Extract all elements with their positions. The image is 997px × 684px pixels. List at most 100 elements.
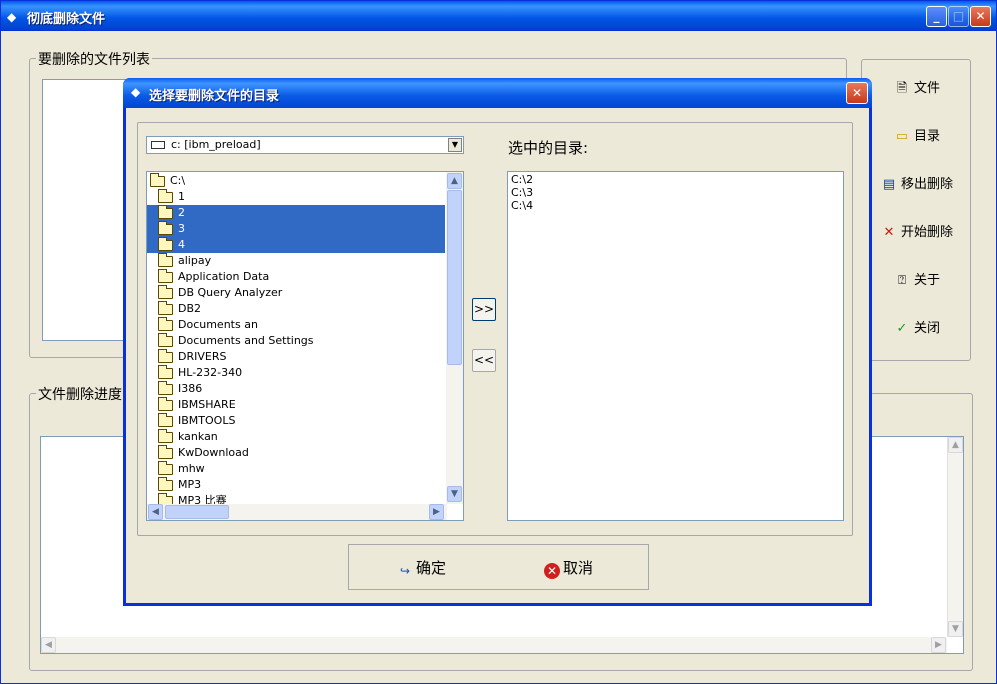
scroll-left-icon[interactable]: ◀ xyxy=(41,637,56,653)
folder-icon xyxy=(158,365,173,379)
tree-item[interactable]: MP3 xyxy=(147,477,445,493)
folder-icon xyxy=(158,429,173,443)
tree-hscroll[interactable]: ◀ ▶ xyxy=(147,504,447,520)
folder-icon xyxy=(158,205,173,219)
dialog-close-button[interactable]: ✕ xyxy=(846,82,868,104)
scroll-right-icon[interactable]: ▶ xyxy=(429,504,444,520)
tree-item-label: MP3 xyxy=(178,478,202,491)
tree-item[interactable]: 4 xyxy=(147,237,445,253)
progress-legend: 文件删除进度 xyxy=(36,384,124,404)
tree-item-label: I386 xyxy=(178,382,203,395)
tree-item[interactable]: DB Query Analyzer xyxy=(147,285,445,301)
tree-item[interactable]: alipay xyxy=(147,253,445,269)
file-icon: 🗎 xyxy=(896,81,908,96)
scroll-right-icon[interactable]: ▶ xyxy=(931,637,946,653)
close-app-label: 关闭 xyxy=(913,321,940,336)
directory-button[interactable]: ▭ 目录 xyxy=(862,124,972,150)
tree-item-label: Documents and Settings xyxy=(178,334,314,347)
tree-item-label: 3 xyxy=(178,222,185,235)
tree-item[interactable]: DB2 xyxy=(147,301,445,317)
tree-item[interactable]: 3 xyxy=(147,221,445,237)
tree-item[interactable]: Application Data xyxy=(147,269,445,285)
about-icon: ⍰ xyxy=(898,273,906,288)
tree-hscroll-thumb[interactable] xyxy=(165,505,229,519)
progress-vscroll[interactable]: ▲ ▼ xyxy=(947,437,963,637)
scroll-down-icon[interactable]: ▼ xyxy=(447,486,462,502)
folder-icon xyxy=(158,445,173,459)
drive-select[interactable]: c: [ibm_preload] ▼ xyxy=(146,136,464,154)
tree-item-label: DB Query Analyzer xyxy=(178,286,283,299)
tree-item[interactable]: Documents and Settings xyxy=(147,333,445,349)
chevron-down-icon[interactable]: ▼ xyxy=(448,138,462,152)
close-app-button[interactable]: ✓ 关闭 xyxy=(862,316,972,342)
tree-item[interactable]: KwDownload xyxy=(147,445,445,461)
folder-icon xyxy=(158,349,173,363)
tree-item[interactable]: Documents an xyxy=(147,317,445,333)
tree-item[interactable]: kankan xyxy=(147,429,445,445)
folder-icon xyxy=(158,189,173,203)
x-icon: ✕ xyxy=(883,225,895,240)
tree-item[interactable]: mhw xyxy=(147,461,445,477)
tree-item-label: IBMSHARE xyxy=(178,398,236,411)
add-directory-button[interactable]: >> xyxy=(472,298,496,321)
tree-vscroll-thumb[interactable] xyxy=(447,190,462,365)
scroll-up-icon[interactable]: ▲ xyxy=(447,173,462,189)
list-item[interactable]: C:\3 xyxy=(511,186,840,199)
folder-icon xyxy=(158,237,173,251)
tree-item[interactable]: 2 xyxy=(147,205,445,221)
dialog-titlebar[interactable]: ◆ 选择要删除文件的目录 ✕ xyxy=(123,78,872,108)
ok-icon: ↪ xyxy=(399,564,411,578)
about-button[interactable]: ⍰ 关于 xyxy=(862,268,972,294)
dialog-title: 选择要删除文件的目录 xyxy=(149,89,280,104)
progress-hscroll[interactable]: ◀ ▶ xyxy=(41,637,947,653)
list-item[interactable]: C:\4 xyxy=(511,199,840,212)
tree-item[interactable]: IBMSHARE xyxy=(147,397,445,413)
scroll-down-icon[interactable]: ▼ xyxy=(948,621,963,637)
dialog-body: c: [ibm_preload] ▼ C:\ 1 2 3 4 alipay Applica… xyxy=(126,108,869,603)
tree-root[interactable]: C:\ xyxy=(147,173,445,189)
directory-tree[interactable]: C:\ 1 2 3 4 alipay Application Data DB Query A… xyxy=(146,171,464,521)
selected-dirs-list[interactable]: C:\2 C:\3 C:\4 xyxy=(507,171,844,521)
list-item[interactable]: C:\2 xyxy=(511,173,840,186)
tree-item-label: DRIVERS xyxy=(178,350,227,363)
remove-icon: ▤ xyxy=(882,177,896,192)
tree-item[interactable]: DRIVERS xyxy=(147,349,445,365)
remove-button-label: 移出删除 xyxy=(900,177,953,192)
scroll-up-icon[interactable]: ▲ xyxy=(948,437,963,453)
window-title: 彻底删除文件 xyxy=(27,12,106,27)
tree-item-label: 4 xyxy=(178,238,185,251)
maximize-button[interactable]: □ xyxy=(948,6,969,27)
selected-dirs-label: 选中的目录: xyxy=(508,139,589,157)
cancel-button[interactable]: ✕ 取消 xyxy=(544,557,593,579)
tree-vscroll[interactable]: ▲ ▼ xyxy=(446,172,463,504)
remove-directory-button[interactable]: << xyxy=(472,349,496,372)
tree-item-label: Documents an xyxy=(178,318,258,331)
file-list-legend: 要删除的文件列表 xyxy=(36,49,152,69)
tree-item-label: alipay xyxy=(178,254,212,267)
main-titlebar[interactable]: ◆ 彻底删除文件 _ □ ✕ xyxy=(1,1,996,31)
scroll-left-icon[interactable]: ◀ xyxy=(148,504,163,520)
folder-icon xyxy=(158,413,173,427)
tree-item[interactable]: IBMTOOLS xyxy=(147,413,445,429)
open-folder-icon xyxy=(150,173,165,187)
start-delete-button[interactable]: ✕ 开始删除 xyxy=(862,220,972,246)
tree-item[interactable]: I386 xyxy=(147,381,445,397)
remove-from-list-button[interactable]: ▤ 移出删除 xyxy=(862,172,972,198)
tree-item[interactable]: 1 xyxy=(147,189,445,205)
folder-icon xyxy=(158,333,173,347)
check-icon: ✓ xyxy=(896,321,908,336)
file-button[interactable]: 🗎 文件 xyxy=(862,76,972,102)
folder-icon xyxy=(158,397,173,411)
folder-icon: ▭ xyxy=(895,129,909,144)
file-button-label: 文件 xyxy=(913,81,940,96)
folder-icon xyxy=(158,285,173,299)
directory-button-label: 目录 xyxy=(913,129,940,144)
drive-icon xyxy=(151,141,165,149)
dialog-inner-group: c: [ibm_preload] ▼ C:\ 1 2 3 4 alipay Applica… xyxy=(137,122,853,536)
ok-button[interactable]: ↪ 确定 xyxy=(397,557,446,579)
minimize-button[interactable]: _ xyxy=(926,6,947,27)
close-button[interactable]: ✕ xyxy=(970,6,991,27)
tree-item[interactable]: HL-232-340 xyxy=(147,365,445,381)
dialog-button-group: ↪ 确定 ✕ 取消 xyxy=(348,544,649,590)
tree-item-label: 1 xyxy=(178,190,185,203)
